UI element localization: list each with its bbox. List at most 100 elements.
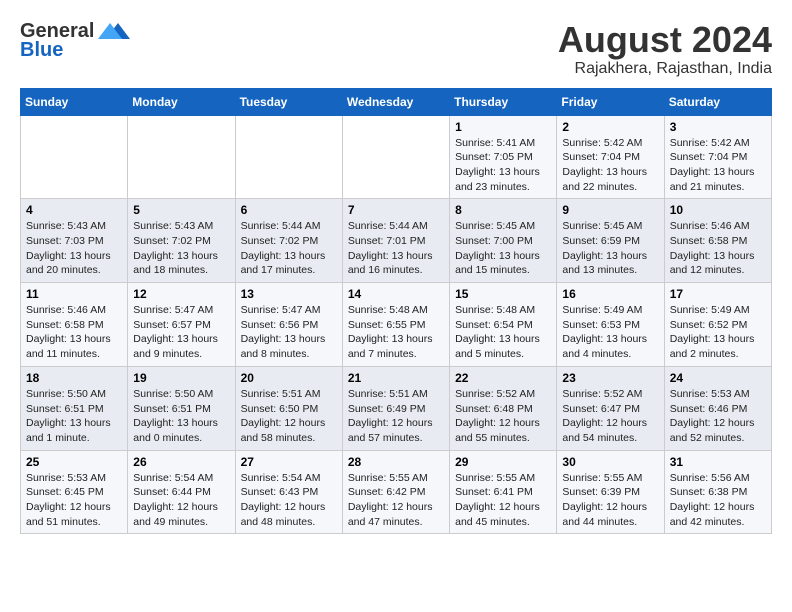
header-sunday: Sunday (21, 88, 128, 115)
day-info: Sunrise: 5:50 AM Sunset: 6:51 PM Dayligh… (133, 387, 229, 446)
day-info: Sunrise: 5:50 AM Sunset: 6:51 PM Dayligh… (26, 387, 122, 446)
day-info: Sunrise: 5:46 AM Sunset: 6:58 PM Dayligh… (670, 219, 766, 278)
sub-title: Rajakhera, Rajasthan, India (558, 60, 772, 78)
calendar-cell (235, 115, 342, 199)
day-info: Sunrise: 5:47 AM Sunset: 6:56 PM Dayligh… (241, 303, 337, 362)
calendar-cell: 25 Sunrise: 5:53 AM Sunset: 6:45 PM Dayli… (21, 450, 128, 534)
day-info: Sunrise: 5:48 AM Sunset: 6:55 PM Dayligh… (348, 303, 444, 362)
calendar-cell: 31 Sunrise: 5:56 AM Sunset: 6:38 PM Dayli… (664, 450, 771, 534)
calendar-cell: 15 Sunrise: 5:48 AM Sunset: 6:54 PM Dayli… (450, 283, 557, 367)
day-number: 28 (348, 455, 444, 469)
day-number: 12 (133, 287, 229, 301)
day-info: Sunrise: 5:53 AM Sunset: 6:46 PM Dayligh… (670, 387, 766, 446)
day-number: 25 (26, 455, 122, 469)
calendar-cell: 24 Sunrise: 5:53 AM Sunset: 6:46 PM Dayli… (664, 366, 771, 450)
day-number: 21 (348, 371, 444, 385)
calendar-cell (128, 115, 235, 199)
calendar-cell: 27Sunrise: 5:54 AM Sunset: 6:43 PM Dayli… (235, 450, 342, 534)
day-number: 6 (241, 203, 337, 217)
header-friday: Friday (557, 88, 664, 115)
week-row-4: 18Sunrise: 5:50 AM Sunset: 6:51 PM Dayli… (21, 366, 772, 450)
day-number: 14 (348, 287, 444, 301)
day-number: 31 (670, 455, 766, 469)
calendar-cell: 3Sunrise: 5:42 AM Sunset: 7:04 PM Daylig… (664, 115, 771, 199)
header-wednesday: Wednesday (342, 88, 449, 115)
day-info: Sunrise: 5:51 AM Sunset: 6:50 PM Dayligh… (241, 387, 337, 446)
week-row-5: 25 Sunrise: 5:53 AM Sunset: 6:45 PM Dayli… (21, 450, 772, 534)
day-number: 27 (241, 455, 337, 469)
day-info: Sunrise: 5:41 AM Sunset: 7:05 PM Dayligh… (455, 136, 551, 195)
calendar-cell: 13 Sunrise: 5:47 AM Sunset: 6:56 PM Dayli… (235, 283, 342, 367)
day-number: 1 (455, 120, 551, 134)
calendar-cell: 23 Sunrise: 5:52 AM Sunset: 6:47 PM Dayli… (557, 366, 664, 450)
calendar-cell: 9 Sunrise: 5:45 AM Sunset: 6:59 PM Daylig… (557, 199, 664, 283)
calendar-cell: 19 Sunrise: 5:50 AM Sunset: 6:51 PM Dayli… (128, 366, 235, 450)
day-number: 16 (562, 287, 658, 301)
title-block: August 2024 Rajakhera, Rajasthan, India (558, 20, 772, 78)
week-row-2: 4 Sunrise: 5:43 AM Sunset: 7:03 PM Daylig… (21, 199, 772, 283)
day-number: 5 (133, 203, 229, 217)
day-info: Sunrise: 5:46 AM Sunset: 6:58 PM Dayligh… (26, 303, 122, 362)
day-number: 17 (670, 287, 766, 301)
header-row: SundayMondayTuesdayWednesdayThursdayFrid… (21, 88, 772, 115)
calendar-cell: 20 Sunrise: 5:51 AM Sunset: 6:50 PM Dayli… (235, 366, 342, 450)
day-info: Sunrise: 5:53 AM Sunset: 6:45 PM Dayligh… (26, 471, 122, 530)
calendar-cell: 21Sunrise: 5:51 AM Sunset: 6:49 PM Dayli… (342, 366, 449, 450)
calendar-cell: 2Sunrise: 5:42 AM Sunset: 7:04 PM Daylig… (557, 115, 664, 199)
day-info: Sunrise: 5:43 AM Sunset: 7:03 PM Dayligh… (26, 219, 122, 278)
day-number: 20 (241, 371, 337, 385)
day-info: Sunrise: 5:55 AM Sunset: 6:42 PM Dayligh… (348, 471, 444, 530)
day-info: Sunrise: 5:49 AM Sunset: 6:52 PM Dayligh… (670, 303, 766, 362)
header-saturday: Saturday (664, 88, 771, 115)
day-number: 22 (455, 371, 551, 385)
day-info: Sunrise: 5:56 AM Sunset: 6:38 PM Dayligh… (670, 471, 766, 530)
day-number: 10 (670, 203, 766, 217)
day-number: 19 (133, 371, 229, 385)
calendar-cell: 1 Sunrise: 5:41 AM Sunset: 7:05 PM Daylig… (450, 115, 557, 199)
day-info: Sunrise: 5:45 AM Sunset: 7:00 PM Dayligh… (455, 219, 551, 278)
day-number: 29 (455, 455, 551, 469)
day-info: Sunrise: 5:52 AM Sunset: 6:47 PM Dayligh… (562, 387, 658, 446)
calendar-table: SundayMondayTuesdayWednesdayThursdayFrid… (20, 88, 772, 535)
calendar-cell: 6 Sunrise: 5:44 AM Sunset: 7:02 PM Daylig… (235, 199, 342, 283)
calendar-cell: 8Sunrise: 5:45 AM Sunset: 7:00 PM Daylig… (450, 199, 557, 283)
day-number: 13 (241, 287, 337, 301)
calendar-cell: 5 Sunrise: 5:43 AM Sunset: 7:02 PM Daylig… (128, 199, 235, 283)
page-header: General Blue August 2024 Rajakhera, Raja… (20, 20, 772, 78)
day-number: 4 (26, 203, 122, 217)
day-number: 23 (562, 371, 658, 385)
calendar-cell: 10 Sunrise: 5:46 AM Sunset: 6:58 PM Dayli… (664, 199, 771, 283)
day-info: Sunrise: 5:45 AM Sunset: 6:59 PM Dayligh… (562, 219, 658, 278)
day-number: 9 (562, 203, 658, 217)
calendar-cell (21, 115, 128, 199)
day-info: Sunrise: 5:43 AM Sunset: 7:02 PM Dayligh… (133, 219, 229, 278)
calendar-cell: 12Sunrise: 5:47 AM Sunset: 6:57 PM Dayli… (128, 283, 235, 367)
calendar-cell: 7Sunrise: 5:44 AM Sunset: 7:01 PM Daylig… (342, 199, 449, 283)
day-number: 11 (26, 287, 122, 301)
calendar-cell: 17 Sunrise: 5:49 AM Sunset: 6:52 PM Dayli… (664, 283, 771, 367)
calendar-cell (342, 115, 449, 199)
day-info: Sunrise: 5:55 AM Sunset: 6:39 PM Dayligh… (562, 471, 658, 530)
header-tuesday: Tuesday (235, 88, 342, 115)
logo: General Blue (20, 20, 130, 62)
calendar-cell: 29Sunrise: 5:55 AM Sunset: 6:41 PM Dayli… (450, 450, 557, 534)
day-info: Sunrise: 5:48 AM Sunset: 6:54 PM Dayligh… (455, 303, 551, 362)
day-info: Sunrise: 5:44 AM Sunset: 7:02 PM Dayligh… (241, 219, 337, 278)
day-info: Sunrise: 5:42 AM Sunset: 7:04 PM Dayligh… (670, 136, 766, 195)
calendar-cell: 30 Sunrise: 5:55 AM Sunset: 6:39 PM Dayli… (557, 450, 664, 534)
day-number: 30 (562, 455, 658, 469)
day-info: Sunrise: 5:54 AM Sunset: 6:44 PM Dayligh… (133, 471, 229, 530)
day-info: Sunrise: 5:52 AM Sunset: 6:48 PM Dayligh… (455, 387, 551, 446)
header-monday: Monday (128, 88, 235, 115)
day-number: 2 (562, 120, 658, 134)
week-row-1: 1 Sunrise: 5:41 AM Sunset: 7:05 PM Daylig… (21, 115, 772, 199)
day-number: 26 (133, 455, 229, 469)
calendar-cell: 16 Sunrise: 5:49 AM Sunset: 6:53 PM Dayli… (557, 283, 664, 367)
calendar-cell: 22 Sunrise: 5:52 AM Sunset: 6:48 PM Dayli… (450, 366, 557, 450)
day-number: 15 (455, 287, 551, 301)
day-info: Sunrise: 5:49 AM Sunset: 6:53 PM Dayligh… (562, 303, 658, 362)
calendar-cell: 28 Sunrise: 5:55 AM Sunset: 6:42 PM Dayli… (342, 450, 449, 534)
day-number: 24 (670, 371, 766, 385)
day-number: 7 (348, 203, 444, 217)
header-thursday: Thursday (450, 88, 557, 115)
